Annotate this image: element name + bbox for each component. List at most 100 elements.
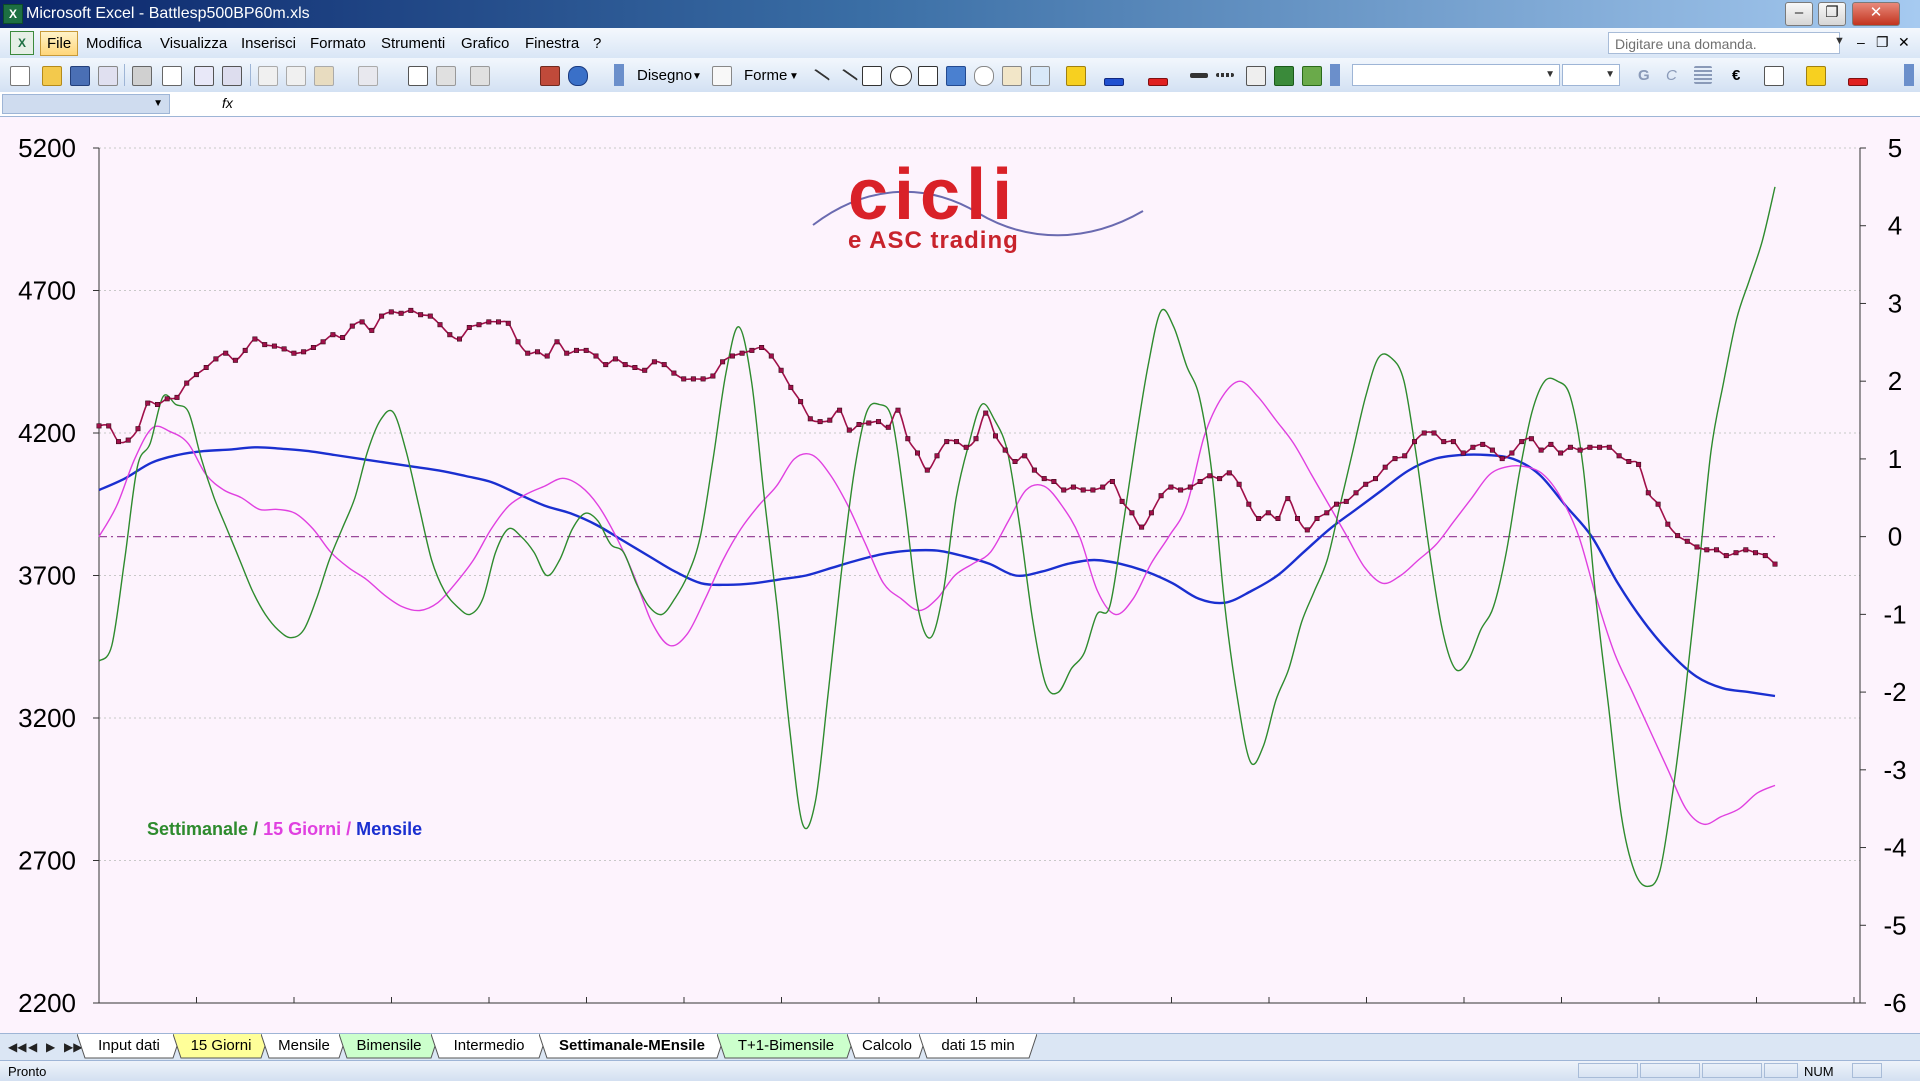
new-file-icon[interactable] (10, 66, 30, 86)
price-point (271, 343, 277, 349)
price-point (1002, 447, 1008, 453)
currency-button[interactable]: € (1732, 67, 1740, 84)
menu-grafico[interactable]: Grafico (461, 35, 509, 52)
price-point (1675, 533, 1681, 539)
menu-strumenti[interactable]: Strumenti (381, 35, 445, 52)
chevron-down-icon[interactable]: ▼ (789, 71, 799, 82)
ellipse-tool-icon[interactable] (890, 66, 912, 86)
align-icon[interactable] (1694, 66, 1712, 84)
ask-question-input[interactable]: Digitare una domanda. (1608, 32, 1840, 54)
menu-modifica[interactable]: Modifica (86, 35, 142, 52)
draw-menu-button[interactable]: Disegno (637, 67, 692, 84)
font-size-combo[interactable]: ▼ (1562, 64, 1620, 86)
fill-color-icon[interactable] (1806, 66, 1826, 86)
shadow-style-icon[interactable] (1274, 66, 1294, 86)
price-point (1178, 487, 1184, 493)
open-folder-icon[interactable] (42, 66, 62, 86)
toolbar-grip[interactable] (1330, 64, 1340, 86)
toolbar-grip[interactable] (1904, 64, 1914, 86)
diagram-icon[interactable] (974, 66, 994, 86)
price-point (798, 399, 804, 405)
dash-style-icon[interactable] (1216, 73, 1234, 77)
print-preview-icon[interactable] (162, 66, 182, 86)
wordart-icon[interactable] (946, 66, 966, 86)
menu-formato[interactable]: Formato (310, 35, 366, 52)
sort-icon[interactable] (470, 66, 490, 86)
arrow-style-icon[interactable] (1246, 66, 1266, 86)
italic-button[interactable]: C (1666, 67, 1677, 84)
price-point (1353, 490, 1359, 496)
price-point (1265, 510, 1271, 516)
spelling-icon[interactable] (194, 66, 214, 86)
doc-close-button[interactable]: ✕ (1898, 34, 1910, 51)
price-point (437, 322, 443, 328)
3d-style-icon[interactable] (1302, 66, 1322, 86)
minimize-button[interactable]: – (1785, 2, 1813, 26)
sheet-tab[interactable]: Intermedio (431, 1034, 547, 1059)
textbox-icon[interactable] (918, 66, 938, 86)
rectangle-tool-icon[interactable] (862, 66, 882, 86)
name-box[interactable]: ▼ (2, 94, 170, 114)
permission-icon[interactable] (98, 66, 118, 86)
menu-file[interactable]: File (40, 31, 79, 56)
line-color-icon[interactable] (1104, 78, 1124, 86)
prev-sheet-icon[interactable]: ◀ (28, 1040, 37, 1054)
price-point (1704, 547, 1710, 553)
picture-icon[interactable] (1030, 66, 1050, 86)
sheet-tab[interactable]: Calcolo (847, 1034, 927, 1059)
clipart-icon[interactable] (1002, 66, 1022, 86)
font-color-icon[interactable] (1848, 78, 1868, 86)
price-point (895, 407, 901, 413)
sheet-tab[interactable]: Bimensile (339, 1034, 439, 1059)
workbook-icon[interactable]: X (10, 31, 34, 55)
menu-inserisci[interactable]: Inserisci (241, 35, 296, 52)
line-style-icon[interactable] (1190, 73, 1208, 78)
price-point (1528, 436, 1534, 442)
price-point (749, 347, 755, 353)
print-icon[interactable] (132, 66, 152, 86)
toolbar-grip[interactable] (614, 64, 624, 86)
doc-minimize-button[interactable]: – (1857, 34, 1865, 50)
price-point (1187, 484, 1193, 490)
bold-button[interactable]: G (1638, 67, 1650, 84)
next-sheet-icon[interactable]: ▶ (46, 1040, 55, 1054)
font-name-combo[interactable]: ▼ (1352, 64, 1560, 86)
help-icon[interactable] (568, 66, 588, 86)
close-button[interactable]: ✕ (1852, 2, 1900, 26)
price-point (349, 323, 355, 329)
sheet-tab[interactable]: Input dati (77, 1034, 181, 1059)
select-objects-icon[interactable] (712, 66, 732, 86)
function-icon[interactable]: fx (222, 95, 233, 111)
status-bar: Pronto NUM (0, 1060, 1920, 1081)
borders-icon[interactable] (1764, 66, 1784, 86)
chart-wizard-icon[interactable] (540, 66, 560, 86)
sheet-tab[interactable]: T+1-Bimensile (717, 1034, 855, 1059)
sheet-tab[interactable]: dati 15 min (919, 1034, 1037, 1059)
sheet-tab-label: 15 Giorni (190, 1037, 252, 1054)
paste-icon[interactable] (314, 66, 334, 86)
menu-visualizza[interactable]: Visualizza (160, 35, 227, 52)
menu-help[interactable]: ? (593, 35, 601, 52)
excel-icon[interactable]: X (3, 4, 23, 24)
sheet-tab[interactable]: Settimanale-MEnsile (539, 1034, 725, 1059)
first-sheet-icon[interactable]: ◀◀ (8, 1040, 26, 1054)
undo-icon[interactable] (358, 66, 378, 86)
hyperlink-icon[interactable] (408, 66, 428, 86)
font-color-icon[interactable] (1148, 78, 1168, 86)
fill-color-icon[interactable] (1066, 66, 1086, 86)
chevron-down-icon[interactable]: ▼ (153, 98, 163, 109)
doc-restore-button[interactable]: ❐ (1876, 34, 1889, 51)
cut-icon[interactable] (258, 66, 278, 86)
maximize-button[interactable]: ❐ (1818, 2, 1846, 26)
sheet-tab[interactable]: Mensile (261, 1034, 347, 1059)
price-point (1392, 456, 1398, 462)
chevron-down-icon[interactable]: ▼ (692, 71, 702, 82)
shapes-menu-button[interactable]: Forme (744, 67, 787, 84)
save-icon[interactable] (70, 66, 90, 86)
menu-finestra[interactable]: Finestra (525, 35, 579, 52)
copy-icon[interactable] (286, 66, 306, 86)
sheet-tab[interactable]: 15 Giorni (173, 1034, 269, 1059)
research-icon[interactable] (222, 66, 242, 86)
chevron-down-icon[interactable]: ▼ (1834, 35, 1845, 47)
autosum-icon[interactable] (436, 66, 456, 86)
